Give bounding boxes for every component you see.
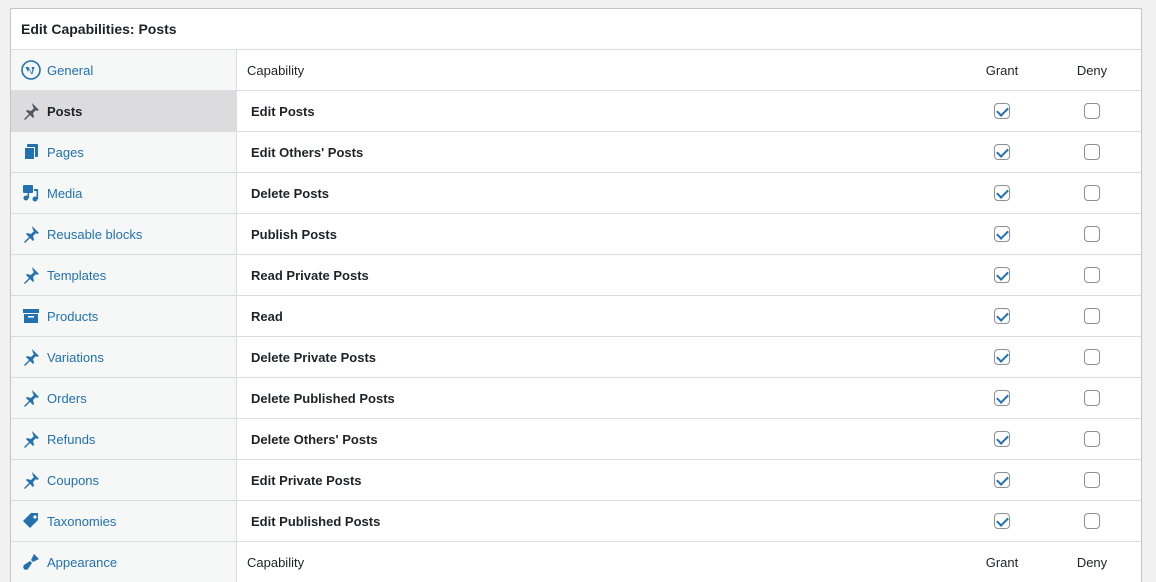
sidebar-item-label: General	[47, 62, 94, 78]
sidebar-item-orders[interactable]: Orders	[11, 378, 236, 419]
pin-icon	[21, 470, 41, 490]
tag-icon	[21, 511, 41, 531]
grant-checkbox[interactable]	[994, 349, 1010, 366]
pin-icon	[21, 347, 41, 367]
sidebar-item-media[interactable]: Media	[11, 173, 236, 214]
capability-name: Delete Published Posts	[251, 390, 395, 406]
table-header: Capability Grant Deny	[237, 50, 1141, 91]
sidebar-item-products[interactable]: Products	[11, 296, 236, 337]
deny-checkbox[interactable]	[1084, 349, 1100, 366]
sidebar-item-label: Orders	[47, 390, 87, 406]
sidebar-item-label: Pages	[47, 144, 84, 160]
deny-checkbox[interactable]	[1084, 308, 1100, 325]
grant-checkbox[interactable]	[994, 513, 1010, 530]
table-row: Edit Private Posts	[237, 460, 1141, 501]
grant-checkbox[interactable]	[994, 144, 1010, 161]
sidebar-item-appearance[interactable]: Appearance	[11, 542, 236, 582]
sidebar-item-label: Coupons	[47, 472, 100, 488]
grant-checkbox[interactable]	[994, 226, 1010, 243]
sidebar-item-label: Templates	[47, 267, 107, 283]
capability-name: Read	[251, 308, 283, 324]
capability-name: Edit Others' Posts	[251, 144, 364, 160]
table-row: Delete Posts	[237, 173, 1141, 214]
capability-name: Edit Posts	[251, 103, 315, 119]
header-grant: Grant	[985, 62, 1019, 78]
deny-checkbox[interactable]	[1084, 267, 1100, 284]
sidebar-item-general[interactable]: General	[11, 50, 236, 91]
deny-checkbox[interactable]	[1084, 185, 1100, 202]
footer-grant: Grant	[985, 554, 1019, 570]
sidebar-item-taxonomies[interactable]: Taxonomies	[11, 501, 236, 542]
capabilities-table: Capability Grant Deny Edit Posts Edit Oth…	[237, 50, 1141, 582]
sidebar-item-label: Refunds	[47, 431, 96, 447]
table-row: Publish Posts	[237, 214, 1141, 255]
sidebar-item-templates[interactable]: Templates	[11, 255, 236, 296]
capabilities-sidebar: General Posts Pages Media Reusable blocks Tem…	[11, 50, 237, 582]
pin-icon	[21, 101, 41, 121]
grant-checkbox[interactable]	[994, 185, 1010, 202]
sidebar-item-reusable-blocks[interactable]: Reusable blocks	[11, 214, 236, 255]
capability-name: Delete Posts	[251, 185, 330, 201]
table-row: Edit Others' Posts	[237, 132, 1141, 173]
capabilities-panel: Edit Capabilities: Posts General Posts Pag…	[10, 8, 1142, 582]
sidebar-item-coupons[interactable]: Coupons	[11, 460, 236, 501]
deny-checkbox[interactable]	[1084, 431, 1100, 448]
archive-icon	[21, 306, 41, 326]
deny-checkbox[interactable]	[1084, 513, 1100, 530]
deny-checkbox[interactable]	[1084, 390, 1100, 407]
deny-checkbox[interactable]	[1084, 103, 1100, 120]
wordpress-icon	[21, 60, 41, 80]
table-row: Read	[237, 296, 1141, 337]
deny-checkbox[interactable]	[1084, 472, 1100, 489]
grant-checkbox[interactable]	[994, 431, 1010, 448]
sidebar-item-label: Variations	[47, 349, 104, 365]
sidebar-item-variations[interactable]: Variations	[11, 337, 236, 378]
table-row: Edit Posts	[237, 91, 1141, 132]
sidebar-item-refunds[interactable]: Refunds	[11, 419, 236, 460]
sidebar-item-pages[interactable]: Pages	[11, 132, 236, 173]
sidebar-item-label: Reusable blocks	[47, 226, 143, 242]
capability-name: Edit Private Posts	[251, 472, 362, 488]
pages-icon	[21, 142, 41, 162]
capability-name: Edit Published Posts	[251, 513, 381, 529]
grant-checkbox[interactable]	[994, 308, 1010, 325]
header-capability: Capability	[247, 62, 305, 78]
grant-checkbox[interactable]	[994, 472, 1010, 489]
pin-icon	[21, 224, 41, 244]
pin-icon	[21, 265, 41, 285]
table-row: Delete Private Posts	[237, 337, 1141, 378]
footer-deny: Deny	[1076, 554, 1108, 570]
deny-checkbox[interactable]	[1084, 144, 1100, 161]
footer-capability: Capability	[247, 554, 305, 570]
panel-title: Edit Capabilities: Posts	[11, 9, 1141, 50]
brush-icon	[21, 552, 41, 572]
sidebar-item-label: Posts	[47, 103, 83, 119]
capability-name: Delete Private Posts	[251, 349, 377, 365]
table-row: Read Private Posts	[237, 255, 1141, 296]
media-icon	[21, 183, 41, 203]
capability-name: Delete Others' Posts	[251, 431, 378, 447]
sidebar-item-label: Appearance	[47, 554, 118, 570]
capability-name: Publish Posts	[251, 226, 337, 242]
sidebar-item-label: Products	[47, 308, 99, 324]
table-row: Edit Published Posts	[237, 501, 1141, 542]
table-row: Delete Published Posts	[237, 378, 1141, 419]
sidebar-item-posts[interactable]: Posts	[11, 91, 236, 132]
table-row: Delete Others' Posts	[237, 419, 1141, 460]
table-footer: Capability Grant Deny	[237, 542, 1141, 582]
grant-checkbox[interactable]	[994, 103, 1010, 120]
capability-name: Read Private Posts	[251, 267, 369, 283]
deny-checkbox[interactable]	[1084, 226, 1100, 243]
pin-icon	[21, 388, 41, 408]
grant-checkbox[interactable]	[994, 390, 1010, 407]
sidebar-item-label: Taxonomies	[47, 513, 117, 529]
header-deny: Deny	[1076, 62, 1108, 78]
sidebar-item-label: Media	[47, 185, 83, 201]
grant-checkbox[interactable]	[994, 267, 1010, 284]
pin-icon	[21, 429, 41, 449]
